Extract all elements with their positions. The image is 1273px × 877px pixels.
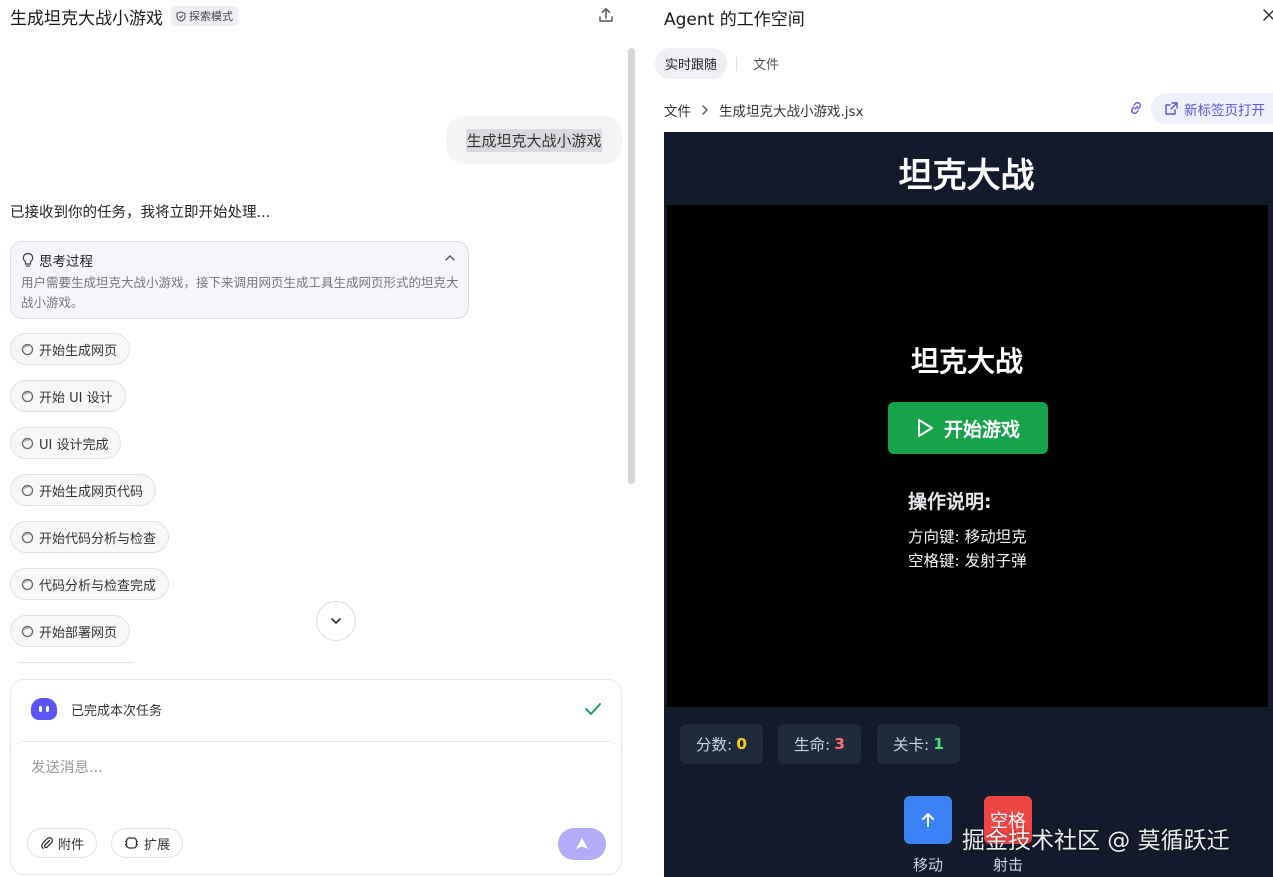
step-label: 开始 UI 设计 [39, 390, 113, 406]
bot-avatar-icon [31, 698, 57, 720]
message-input[interactable] [31, 760, 591, 776]
extend-label: 扩展 [144, 837, 171, 853]
move-control-button[interactable] [904, 796, 952, 844]
assistant-ack-text: 已接收到你的任务，我将立即开始处理... [10, 205, 271, 221]
task-done-text: 已完成本次任务 [71, 703, 163, 719]
user-message-text: 生成坦克大战小游戏 [466, 128, 602, 152]
link-icon[interactable] [1128, 100, 1144, 116]
open-new-tab-label: 新标签页打开 [1184, 102, 1265, 119]
user-message-bubble: 生成坦克大战小游戏 [446, 116, 622, 164]
step-chip[interactable]: 开始部署网页 [10, 615, 131, 647]
level-value: 1 [933, 735, 945, 753]
shield-icon [176, 10, 186, 22]
lightbulb-icon [22, 252, 34, 267]
plugin-icon [125, 837, 138, 849]
game-preview: 坦克大战 坦克大战 开始游戏 操作说明: 方向键: 移动坦克 空格键: 发射子弹… [664, 132, 1273, 877]
lives-label: 生命: [794, 736, 831, 754]
workspace-panel: Agent 的工作空间 实时跟随 文件 文件 生成坦克大战小游戏.jsx 新标签… [648, 0, 1273, 877]
breadcrumb: 文件 生成坦克大战小游戏.jsx [664, 100, 864, 120]
lives-stat: 生命: 3 [778, 724, 862, 764]
thinking-title: 思考过程 [39, 254, 93, 270]
move-control-label: 移动 [912, 856, 943, 874]
breadcrumb-root[interactable]: 文件 [664, 100, 691, 120]
step-label: 开始部署网页 [39, 625, 118, 641]
loading-ring-icon [21, 390, 34, 402]
chat-header: 生成坦克大战小游戏 探索模式 [10, 4, 238, 29]
game-header-title: 坦克大战 [898, 156, 1035, 196]
external-link-icon [1165, 102, 1178, 115]
close-icon[interactable] [1262, 8, 1273, 22]
mode-badge[interactable]: 探索模式 [171, 6, 238, 26]
send-arrow-icon [576, 838, 588, 849]
tab-live-follow[interactable]: 实时跟随 [655, 48, 728, 79]
chevron-up-icon[interactable] [444, 252, 456, 264]
score-label: 分数: [696, 736, 733, 754]
start-game-button[interactable]: 开始游戏 [888, 402, 1048, 454]
task-status-row: 已完成本次任务 [31, 698, 162, 720]
step-chip-partial [18, 662, 134, 663]
level-label: 关卡: [893, 736, 930, 754]
step-label: 开始代码分析与检查 [39, 531, 157, 547]
breadcrumb-file[interactable]: 生成坦克大战小游戏.jsx [719, 100, 864, 120]
attach-label: 附件 [58, 837, 85, 853]
chat-title: 生成坦克大战小游戏 [10, 8, 163, 29]
game-canvas[interactable]: 坦克大战 开始游戏 操作说明: 方向键: 移动坦克 空格键: 发射子弹 [667, 205, 1268, 707]
loading-ring-icon [21, 578, 34, 590]
lives-value: 3 [834, 735, 846, 753]
chevron-right-icon [702, 105, 708, 115]
score-value: 0 [736, 735, 748, 753]
step-label: UI 设计完成 [39, 437, 109, 453]
level-stat: 关卡: 1 [877, 724, 961, 764]
instruction-line: 方向键: 移动坦克 [908, 528, 1027, 546]
chat-scrollbar[interactable] [628, 48, 635, 484]
extend-button[interactable]: 扩展 [111, 828, 184, 858]
send-button[interactable] [558, 828, 606, 860]
loading-ring-icon [21, 625, 34, 637]
thinking-header: 思考过程 [21, 250, 93, 270]
canvas-title: 坦克大战 [910, 345, 1023, 378]
composer-input-area: 附件 扩展 [11, 741, 621, 874]
loading-ring-icon [21, 531, 34, 543]
loading-ring-icon [21, 437, 34, 449]
thinking-card[interactable]: 思考过程 用户需要生成坦克大战小游戏，接下来调用网页生成工具生成网页形式的坦克大… [10, 241, 469, 319]
tab-files[interactable]: 文件 [743, 48, 789, 79]
chevron-down-icon [331, 618, 341, 624]
instruction-line: 空格键: 发射子弹 [908, 552, 1027, 570]
open-new-tab-button[interactable]: 新标签页打开 [1151, 93, 1273, 124]
tab-divider [736, 57, 737, 71]
loading-ring-icon [21, 343, 34, 355]
step-label: 开始生成网页 [39, 343, 118, 359]
step-chip[interactable]: 开始生成网页 [10, 333, 131, 365]
instructions-title: 操作说明: [908, 491, 992, 513]
mode-badge-label: 探索模式 [189, 10, 233, 23]
watermark: 掘金技术社区 @ 莫循跃迁 [962, 828, 1230, 854]
fire-control-label: 射击 [992, 856, 1023, 874]
loading-ring-icon [21, 484, 34, 496]
step-chip[interactable]: UI 设计完成 [10, 427, 122, 459]
step-label: 代码分析与检查完成 [39, 578, 157, 594]
paperclip-icon [41, 837, 54, 850]
check-icon [585, 703, 601, 715]
attach-button[interactable]: 附件 [27, 828, 98, 858]
chat-panel: 生成坦克大战小游戏 探索模式 生成坦克大战小游戏 已接收到你的任务，我将立即开始… [0, 0, 640, 877]
play-icon [917, 419, 933, 437]
composer-card: 已完成本次任务 附件 扩展 [10, 679, 622, 875]
thinking-body: 用户需要生成坦克大战小游戏，接下来调用网页生成工具生成网页形式的坦克大战小游戏。 [21, 275, 459, 310]
step-label: 开始生成网页代码 [39, 484, 144, 500]
scroll-down-button[interactable] [316, 601, 356, 641]
step-chip[interactable]: 开始 UI 设计 [10, 380, 126, 412]
step-chip[interactable]: 开始代码分析与检查 [10, 521, 170, 553]
step-chip[interactable]: 开始生成网页代码 [10, 474, 157, 506]
app-root: 生成坦克大战小游戏 探索模式 生成坦克大战小游戏 已接收到你的任务，我将立即开始… [0, 0, 1273, 877]
share-icon[interactable] [597, 6, 615, 24]
workspace-title: Agent 的工作空间 [664, 10, 805, 30]
score-stat: 分数: 0 [680, 724, 764, 764]
step-chip[interactable]: 代码分析与检查完成 [10, 568, 170, 600]
start-game-label: 开始游戏 [943, 418, 1020, 441]
arrow-up-icon [922, 813, 934, 827]
